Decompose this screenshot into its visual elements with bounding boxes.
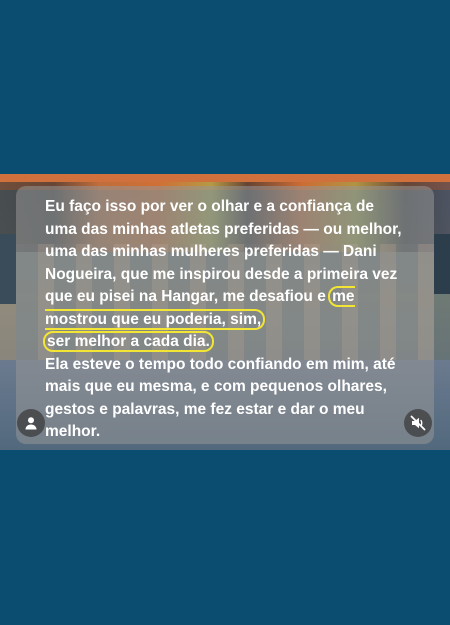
muted-speaker-icon[interactable] bbox=[404, 409, 432, 437]
caption-paragraph-1: Eu faço isso por ver o olhar e a confian… bbox=[43, 196, 405, 354]
caption-paragraph-2: Ela esteve o tempo todo confiando em mim… bbox=[45, 355, 396, 441]
user-icon[interactable] bbox=[17, 409, 45, 437]
story-caption: Eu faço isso por ver o olhar e a confian… bbox=[43, 196, 405, 444]
highlighted-phrase-line-2: ser melhor a cada dia. bbox=[43, 331, 214, 352]
muted-speaker-glyph bbox=[410, 415, 426, 431]
user-icon-glyph bbox=[25, 417, 37, 430]
